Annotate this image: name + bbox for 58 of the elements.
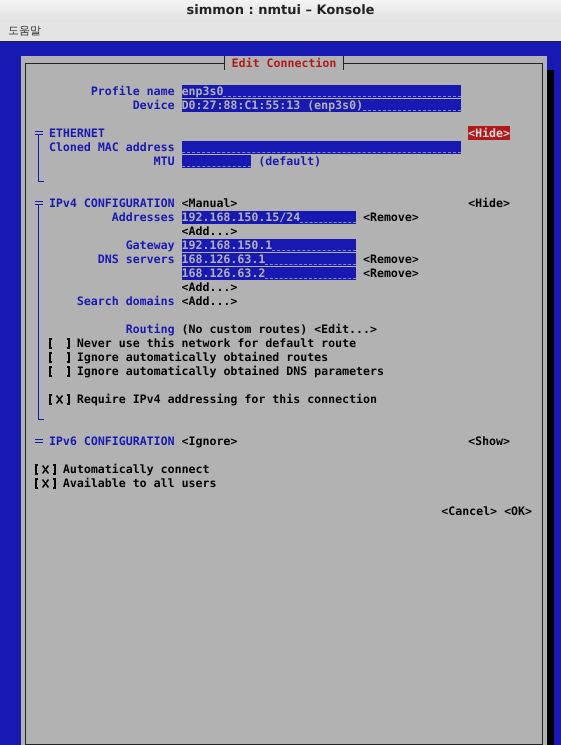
- field-label: Gateway: [126, 238, 175, 252]
- text-field[interactable]: [182, 140, 461, 154]
- text-field[interactable]: 168.126.63.1: [182, 252, 356, 266]
- x-mark-icon: [42, 478, 49, 488]
- section-toggle-button[interactable]: <Hide>: [468, 196, 510, 210]
- checkbox-label: Automatically connect: [62, 462, 210, 476]
- section-title: ETHERNET: [48, 126, 106, 140]
- checkbox[interactable]: [48, 365, 70, 377]
- dialog-title: Edit Connection: [224, 56, 344, 70]
- text-field[interactable]: 192.168.150.1: [182, 238, 356, 252]
- field-note: (default): [258, 154, 322, 168]
- menu-item[interactable]: 도움말: [8, 23, 41, 40]
- checkbox-label: Ignore automatically obtained routes: [76, 350, 328, 364]
- checkbox-label: Available to all users: [62, 476, 216, 490]
- field-label: MTU: [154, 154, 175, 168]
- section-marker-icon[interactable]: [35, 130, 43, 138]
- edit-button[interactable]: <Edit...>: [314, 322, 377, 336]
- checkbox[interactable]: [48, 351, 70, 363]
- section-marker-icon[interactable]: [35, 438, 43, 446]
- add-button[interactable]: <Add...>: [182, 224, 238, 238]
- checkbox-label: Require IPv4 addressing for this connection: [76, 392, 378, 406]
- section-title: IPv4 CONFIGURATION: [48, 196, 175, 210]
- remove-button[interactable]: <Remove>: [363, 266, 419, 280]
- add-button[interactable]: <Add...>: [182, 294, 238, 308]
- remove-button[interactable]: <Remove>: [363, 210, 419, 224]
- x-mark-icon: [42, 464, 49, 474]
- window-title: simmon : nmtui – Konsole: [186, 2, 374, 20]
- text-field[interactable]: D0:27:88:C1:55:13 (enp3s0): [182, 98, 461, 112]
- text-field[interactable]: [182, 154, 252, 168]
- checkbox[interactable]: [35, 477, 56, 489]
- checkbox[interactable]: [35, 463, 56, 475]
- checkbox[interactable]: [48, 393, 70, 405]
- text-field[interactable]: 168.126.63.2: [182, 266, 356, 280]
- section-title: IPv6 CONFIGURATION: [48, 434, 175, 448]
- field-label: DNS servers: [98, 252, 175, 266]
- field-label: Search domains: [76, 294, 175, 308]
- checkbox-label: Ignore automatically obtained DNS parameters: [76, 364, 384, 378]
- section-toggle-button[interactable]: <Hide>: [468, 126, 510, 140]
- remove-button[interactable]: <Remove>: [363, 252, 419, 266]
- field-label: Routing: [126, 322, 175, 336]
- dialog-button[interactable]: <Cancel>: [441, 504, 498, 518]
- section-toggle-button[interactable]: <Show>: [468, 434, 510, 448]
- routing-value: (No custom routes): [182, 322, 308, 336]
- field-label: Profile name: [90, 84, 175, 98]
- x-mark-icon: [56, 394, 63, 404]
- text-field[interactable]: enp3s0: [182, 84, 461, 98]
- mode-dropdown[interactable]: <Manual>: [182, 196, 238, 210]
- dialog-button[interactable]: <OK>: [504, 504, 532, 518]
- field-label: Cloned MAC address: [48, 140, 175, 154]
- mode-dropdown[interactable]: <Ignore>: [182, 434, 238, 448]
- checkbox[interactable]: [48, 337, 70, 349]
- section-bracket: [38, 136, 44, 182]
- field-label: Addresses: [112, 210, 175, 224]
- text-field[interactable]: 192.168.150.15/24: [182, 210, 356, 224]
- add-button[interactable]: <Add...>: [182, 280, 238, 294]
- checkbox-label: Never use this network for default route: [76, 336, 356, 350]
- field-label: Device: [132, 98, 175, 112]
- section-marker-icon[interactable]: [35, 200, 43, 208]
